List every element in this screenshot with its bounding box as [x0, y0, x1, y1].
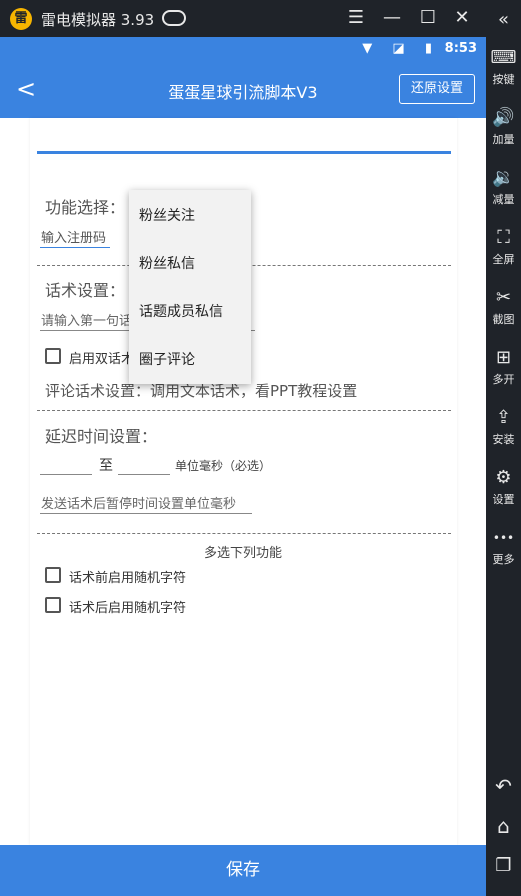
section-divider: [37, 410, 451, 411]
recents-icon: ❐: [495, 855, 512, 876]
scissors-icon: ✂: [495, 287, 512, 308]
registration-code-input[interactable]: 输入注册码: [41, 227, 106, 246]
enable-double-checkbox[interactable]: [45, 348, 61, 364]
multi-select-title: 多选下列功能: [203, 546, 282, 561]
back-arrow-icon: ↶: [495, 774, 512, 798]
gear-icon: ⚙: [495, 467, 512, 488]
toolbar-multi-open[interactable]: ⊞ 多开: [486, 348, 521, 387]
restore-settings-button[interactable]: 还原设置: [399, 74, 475, 104]
dropdown-option-fan-follow[interactable]: 粉丝关注: [139, 205, 195, 225]
toolbar-volume-up[interactable]: 🔊 加量: [486, 108, 521, 147]
random-suffix-checkbox[interactable]: [45, 597, 61, 613]
emulator-window: 雷 雷电模拟器 3.93 ☰ — ☐ ✕ « ⌨ 按键 🔊 加量 🔉 减量 ⛶ 全屏 ✂…: [0, 0, 521, 896]
script-settings-label: 话术设置：: [45, 281, 126, 300]
collapse-toolbar-icon[interactable]: «: [486, 10, 521, 30]
close-icon[interactable]: ✕: [450, 6, 474, 30]
status-time: 8:53: [444, 41, 477, 56]
nav-back-button[interactable]: ↶: [486, 776, 521, 796]
android-screen: ▼ ◪ ▮ 8:53 < 蛋蛋星球引流脚本V3 还原设置 功能选择： 输入注册码…: [0, 37, 486, 896]
delay-max-input[interactable]: [118, 474, 170, 475]
gamepad-icon[interactable]: [162, 10, 186, 26]
maximize-icon[interactable]: ☐: [416, 6, 440, 30]
pause-time-input[interactable]: 发送话术后暂停时间设置单位毫秒: [41, 493, 236, 512]
section-divider: [37, 533, 451, 534]
toolbar-install[interactable]: ⇪ 安装: [486, 408, 521, 447]
toolbar-screenshot[interactable]: ✂ 截图: [486, 288, 521, 327]
random-prefix-checkbox[interactable]: [45, 567, 61, 583]
delay-to-label: 至: [99, 458, 113, 474]
enable-double-label: 启用双话术: [69, 352, 135, 367]
dropdown-option-circle-comment[interactable]: 圈子评论: [139, 349, 195, 369]
toolbar-keyboard[interactable]: ⌨ 按键: [486, 48, 521, 87]
top-divider: [37, 151, 451, 154]
toolbar-volume-down[interactable]: 🔉 减量: [486, 168, 521, 207]
minimize-icon[interactable]: —: [380, 6, 404, 30]
status-bar: ▼ ◪ ▮ 8:53: [0, 37, 486, 62]
emulator-title: 雷电模拟器 3.93: [41, 11, 155, 29]
pause-time-underline: [40, 513, 252, 514]
function-dropdown-menu: 粉丝关注 粉丝私信 话题成员私信 圈子评论: [129, 190, 251, 384]
delay-min-input[interactable]: [40, 474, 92, 475]
delay-unit-note: 单位毫秒（必选）: [175, 459, 272, 473]
more-icon: •••: [492, 531, 515, 545]
emulator-logo-icon: 雷: [10, 8, 32, 30]
emulator-titlebar: 雷 雷电模拟器 3.93 ☰ — ☐ ✕: [0, 0, 486, 37]
function-select-label: 功能选择：: [45, 198, 126, 217]
save-button[interactable]: 保存: [0, 845, 486, 896]
toolbar-more[interactable]: ••• 更多: [486, 528, 521, 567]
app-bar: < 蛋蛋星球引流脚本V3 还原设置: [0, 62, 486, 118]
home-icon: ⌂: [497, 814, 510, 838]
delay-settings-label: 延迟时间设置：: [45, 427, 158, 446]
dropdown-option-fan-message[interactable]: 粉丝私信: [139, 253, 195, 273]
multi-open-icon: ⊞: [495, 347, 512, 368]
registration-code-underline: [40, 247, 110, 248]
apk-install-icon: ⇪: [495, 407, 512, 428]
emulator-toolbar: « ⌨ 按键 🔊 加量 🔉 减量 ⛶ 全屏 ✂ 截图 ⊞ 多开 ⇪ 安装 ⚙ 设置 ••• 更多 …: [486, 0, 521, 896]
nav-home-button[interactable]: ⌂: [486, 816, 521, 836]
status-icons: ▼ ◪ ▮: [362, 41, 440, 56]
toolbar-settings[interactable]: ⚙ 设置: [486, 468, 521, 507]
dropdown-option-topic-message[interactable]: 话题成员私信: [139, 301, 223, 321]
menu-icon[interactable]: ☰: [344, 6, 368, 30]
nav-recents-button[interactable]: ❐: [486, 856, 521, 876]
volume-up-icon: 🔊: [492, 107, 515, 128]
keyboard-icon: ⌨: [490, 47, 517, 68]
fullscreen-icon: ⛶: [497, 227, 510, 248]
volume-down-icon: 🔉: [492, 167, 515, 188]
random-suffix-label: 话术后启用随机字符: [69, 601, 187, 616]
toolbar-fullscreen[interactable]: ⛶ 全屏: [486, 228, 521, 267]
random-prefix-label: 话术前启用随机字符: [69, 571, 187, 586]
